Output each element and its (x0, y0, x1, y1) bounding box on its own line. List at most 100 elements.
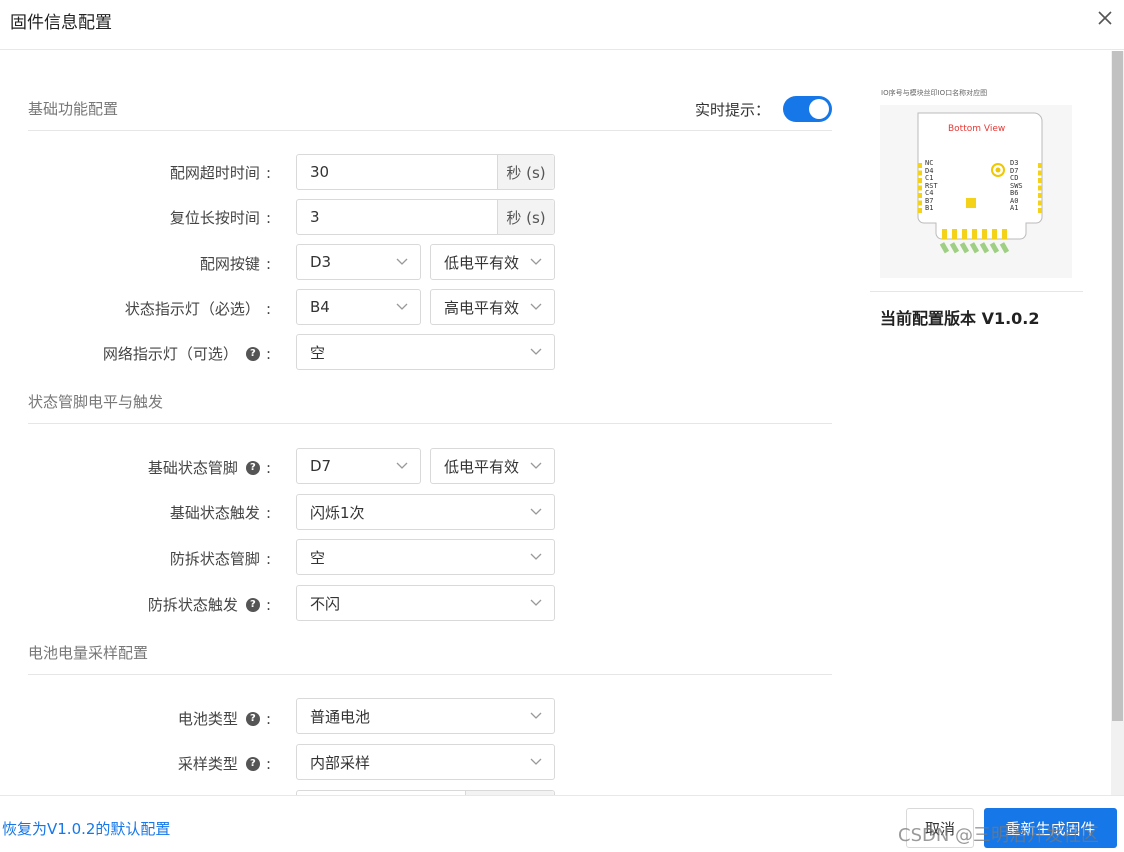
label-colon: : (265, 709, 271, 728)
pin-label: A1 (1010, 204, 1019, 212)
basic-status-level-select[interactable]: 低电平有效 (430, 448, 555, 484)
pin-pad (918, 178, 922, 183)
basic-status-pin-value: D7 (310, 457, 332, 475)
pin-pad (952, 229, 957, 239)
label-colon: : (265, 254, 271, 273)
pin-pad (918, 185, 922, 191)
status-led-level-value: 高电平有效 (444, 298, 520, 317)
tamper-trigger-select[interactable]: 不闪 (296, 585, 555, 621)
pin-pad (972, 229, 977, 239)
help-icon[interactable]: ? (245, 711, 260, 726)
tamper-trigger-value: 不闪 (310, 594, 341, 613)
chevron-down-icon (530, 758, 542, 765)
regenerate-firmware-button[interactable]: 重新生成固件 (984, 808, 1117, 848)
pin-pad (918, 208, 922, 213)
scrollbar-thumb[interactable] (1112, 51, 1123, 721)
section-divider (28, 130, 832, 131)
pin-label-mark (979, 242, 990, 254)
status-led-label-text: 状态指示灯（必选） (124, 300, 260, 318)
section-divider (28, 423, 832, 424)
pin-pad (962, 229, 967, 239)
preview-caption: IO序号与模块丝印IO口名称对应图 (881, 89, 988, 97)
network-timeout-label: 配网超时时间: (170, 162, 271, 183)
network-timeout-input[interactable]: 30 秒 (s) (296, 154, 555, 190)
realtime-hint-toggle[interactable] (783, 96, 832, 122)
tamper-pin-value: 空 (310, 548, 326, 567)
dialog-header: 固件信息配置 (0, 0, 1124, 50)
basic-status-trigger-label: 基础状态触发: (170, 502, 271, 523)
sample-type-select[interactable]: 内部采样 (296, 744, 555, 780)
label-colon: : (265, 344, 271, 363)
pin-label-mark (969, 242, 980, 254)
dialog-title: 固件信息配置 (10, 13, 112, 33)
dialog-footer: 恢复为V1.0.2的默认配置 取消 重新生成固件 CSDN @三明治开发社区 (0, 795, 1124, 852)
network-timeout-unit: 秒 (s) (497, 155, 554, 189)
reset-press-label: 复位长按时间: (170, 207, 271, 228)
battery-type-label: 电池类型 ?: (178, 708, 271, 729)
chevron-down-icon (530, 599, 542, 606)
close-button[interactable] (1094, 6, 1116, 30)
network-key-label-text: 配网按键 (199, 255, 260, 273)
tamper-pin-select[interactable]: 空 (296, 539, 555, 575)
basic-status-pin-select[interactable]: D7 (296, 448, 421, 484)
network-key-level-select[interactable]: 低电平有效 (430, 244, 555, 280)
realtime-hint-label: 实时提示： (695, 101, 771, 119)
reset-press-input[interactable]: 3 秒 (s) (296, 199, 555, 235)
label-colon: : (265, 549, 271, 568)
pin-pad (918, 163, 922, 168)
reset-press-label-text: 复位长按时间 (169, 209, 260, 227)
chevron-down-icon (530, 462, 542, 469)
label-colon: : (265, 163, 271, 182)
network-led-label: 网络指示灯（可选） ?: (103, 343, 271, 364)
network-led-select[interactable]: 空 (296, 334, 555, 370)
help-icon[interactable]: ? (245, 346, 260, 361)
network-key-pin-select[interactable]: D3 (296, 244, 421, 280)
chevron-down-icon (530, 303, 542, 310)
status-led-level-select[interactable]: 高电平有效 (430, 289, 555, 325)
tamper-trigger-label-text: 防拆状态触发 (147, 596, 238, 614)
network-key-level-value: 低电平有效 (444, 253, 520, 272)
bottom-view-label: Bottom View (948, 124, 1006, 134)
pin-pad (1038, 163, 1042, 168)
pin-label: B1 (925, 204, 934, 212)
basic-status-pin-label-text: 基础状态管脚 (147, 459, 238, 477)
network-led-label-text: 网络指示灯（可选） (102, 345, 238, 363)
network-led-value: 空 (310, 343, 326, 362)
network-key-pin-value: D3 (310, 253, 332, 271)
basic-status-trigger-select[interactable]: 闪烁1次 (296, 494, 555, 530)
tamper-pin-label-text: 防拆状态管脚 (169, 550, 260, 568)
label-colon: : (265, 299, 271, 318)
pin-pad (942, 229, 947, 239)
basic-status-trigger-value: 闪烁1次 (310, 503, 365, 522)
battery-type-label-text: 电池类型 (177, 710, 238, 728)
basic-status-trigger-label-text: 基础状态触发 (169, 504, 260, 522)
pin-label-mark (999, 242, 1010, 254)
chevron-down-icon (530, 508, 542, 515)
status-led-pin-select[interactable]: B4 (296, 289, 421, 325)
config-version: 当前配置版本 V1.0.2 (880, 309, 1040, 328)
chevron-down-icon (530, 553, 542, 560)
pin-pad (1038, 170, 1042, 176)
reset-press-value: 3 (310, 208, 320, 226)
restore-default-link[interactable]: 恢复为V1.0.2的默认配置 (2, 818, 170, 839)
pin-pad (1038, 208, 1042, 213)
label-colon: : (265, 595, 271, 614)
help-icon[interactable]: ? (245, 597, 260, 612)
pin-pad (982, 229, 987, 239)
label-colon: : (265, 503, 271, 522)
label-colon: : (265, 458, 271, 477)
section-title-basic: 基础功能配置 (28, 100, 119, 118)
help-icon[interactable]: ? (245, 460, 260, 475)
tamper-pin-label: 防拆状态管脚: (170, 548, 271, 569)
network-timeout-label-text: 配网超时时间 (169, 164, 260, 182)
battery-type-select[interactable]: 普通电池 (296, 698, 555, 734)
help-icon[interactable]: ? (245, 756, 260, 771)
chevron-down-icon (396, 462, 408, 469)
pin-label-mark (959, 242, 970, 254)
section-divider (28, 674, 832, 675)
chevron-down-icon (530, 348, 542, 355)
cancel-button[interactable]: 取消 (906, 808, 974, 848)
status-led-pin-value: B4 (310, 298, 330, 316)
chevron-down-icon (530, 258, 542, 265)
sample-type-value: 内部采样 (310, 753, 371, 772)
